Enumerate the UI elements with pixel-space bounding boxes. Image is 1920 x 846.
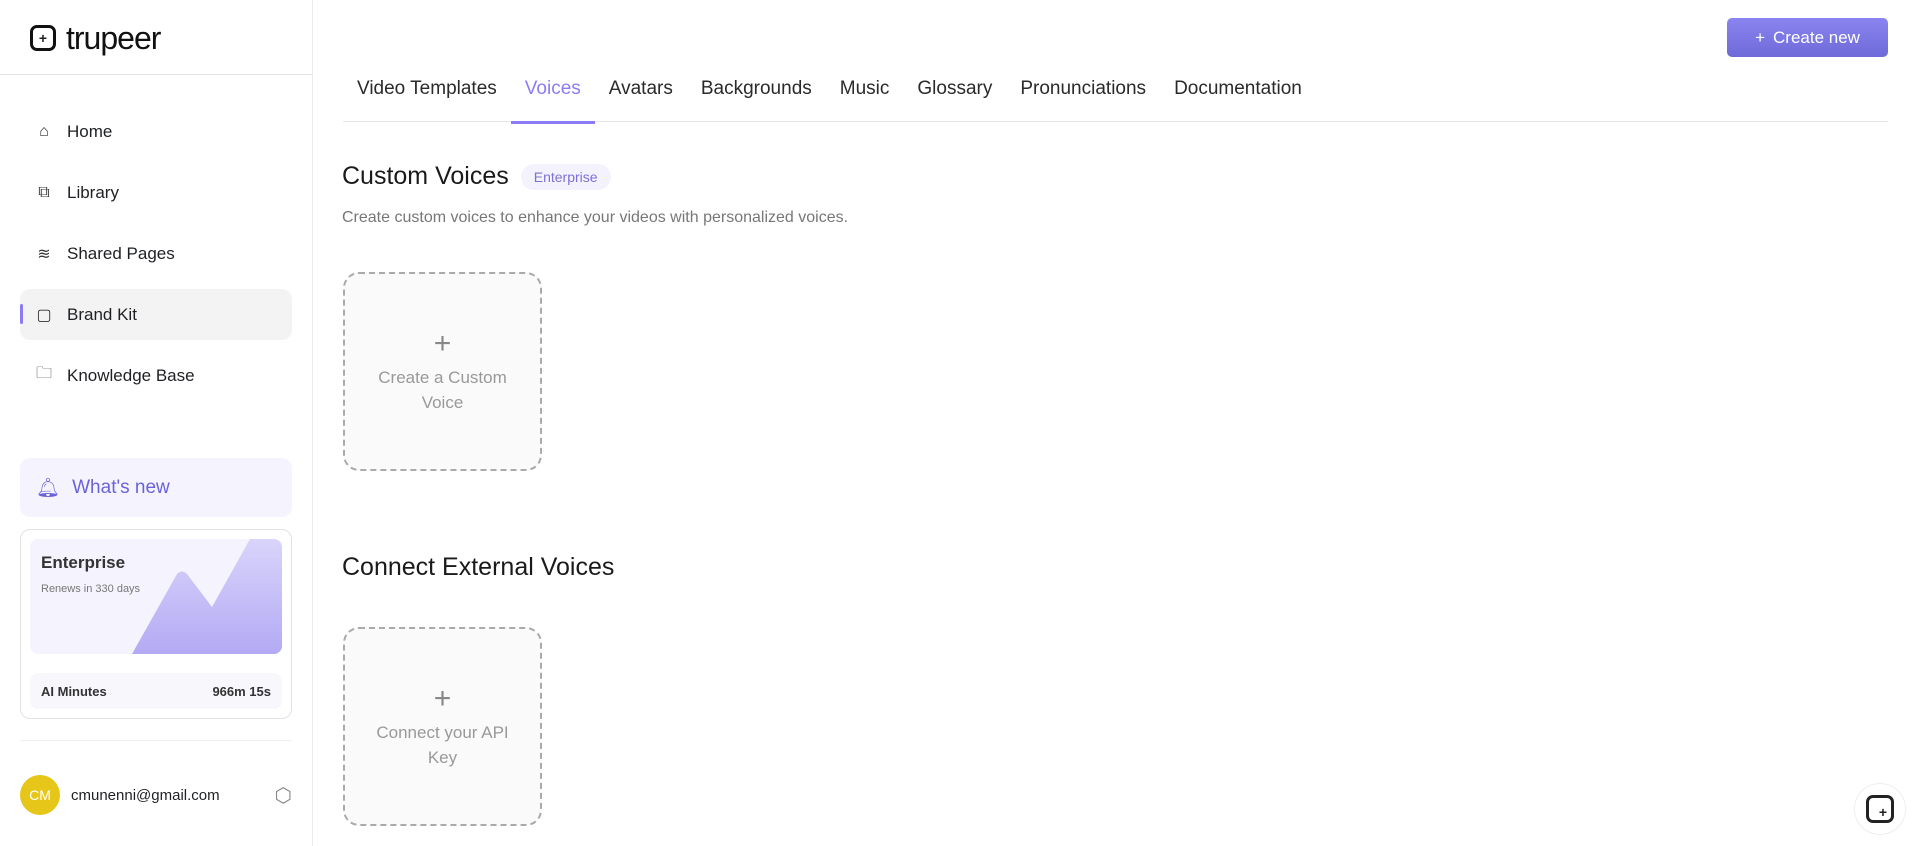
sidebar-item-label: Library: [67, 182, 119, 202]
logo-icon: +: [30, 25, 56, 51]
card-label: Create a Custom Voice: [378, 367, 507, 412]
section-title: Connect External Voices: [342, 553, 615, 581]
sidebar-item-brand-kit[interactable]: ▢ Brand Kit: [20, 289, 292, 340]
sidebar-item-home[interactable]: ⌂ Home: [20, 106, 292, 157]
sidebar-item-label: Brand Kit: [67, 304, 137, 324]
settings-icon[interactable]: ⬡: [275, 783, 292, 808]
section-description: Create custom voices to enhance your vid…: [342, 209, 849, 226]
plus-icon: +: [1755, 27, 1765, 47]
whats-new-button[interactable]: 🔔︎ What's new: [20, 458, 292, 517]
sidebar-item-label: Shared Pages: [67, 243, 175, 263]
logo-icon: +: [1866, 795, 1894, 823]
tab-pronunciations[interactable]: Pronunciations: [1006, 72, 1160, 122]
trupeer-launcher-button[interactable]: +: [1854, 783, 1906, 835]
plus-icon: +: [433, 681, 452, 715]
layers-icon: ≋: [37, 245, 51, 263]
tab-glossary[interactable]: Glossary: [903, 72, 1006, 122]
card-label: Connect your API Key: [376, 722, 509, 767]
avatar: CM: [20, 775, 60, 815]
tab-voices[interactable]: Voices: [510, 72, 595, 124]
tab-music[interactable]: Music: [826, 72, 904, 122]
ai-minutes-value: 966m 15s: [212, 683, 271, 699]
library-icon: ⧉: [38, 183, 50, 201]
sidebar-item-label: Knowledge Base: [67, 365, 195, 385]
external-voices-heading: Connect External Voices: [342, 553, 614, 582]
logo[interactable]: + trupeer: [30, 18, 161, 58]
ai-minutes-label: AI Minutes: [41, 683, 107, 699]
sidebar-item-label: Home: [67, 121, 113, 141]
divider: [20, 740, 292, 741]
tab-video-templates[interactable]: Video Templates: [343, 72, 511, 122]
connect-api-key-card[interactable]: + Connect your API Key: [343, 627, 542, 826]
sidebar: + trupeer ⌂ Home ⧉ Library ≋ Shared Pages ▢…: [0, 0, 313, 846]
folder-icon: 🗀: [35, 365, 52, 382]
plan-summary: Enterprise Renews in 330 days: [30, 539, 282, 654]
divider: [0, 74, 313, 75]
logo-text: trupeer: [66, 19, 161, 56]
plan-renewal: Renews in 330 days: [41, 583, 141, 595]
tab-backgrounds[interactable]: Backgrounds: [687, 72, 826, 122]
brand-kit-icon: ▢: [36, 306, 52, 324]
tab-bar: Video Templates Voices Avatars Backgroun…: [343, 72, 1888, 124]
whats-new-label: What's new: [72, 476, 170, 498]
sidebar-item-shared-pages[interactable]: ≋ Shared Pages: [20, 228, 292, 279]
sidebar-item-library[interactable]: ⧉ Library: [20, 167, 292, 218]
tab-avatars[interactable]: Avatars: [595, 72, 687, 122]
bell-icon: 🔔︎: [36, 477, 61, 499]
user-email: cmunenni@gmail.com: [71, 786, 220, 804]
section-title: Custom Voices: [342, 162, 509, 190]
sidebar-nav: ⌂ Home ⧉ Library ≋ Shared Pages ▢ Brand Kit …: [20, 106, 292, 411]
plus-icon: +: [433, 326, 452, 360]
create-new-label: Create new: [1773, 27, 1860, 47]
custom-voices-heading: Custom Voices Enterprise: [342, 162, 611, 191]
enterprise-badge: Enterprise: [520, 163, 611, 190]
plan-name: Enterprise: [41, 553, 126, 572]
create-new-button[interactable]: + Create new: [1727, 18, 1888, 57]
home-icon: ⌂: [39, 122, 49, 140]
ai-minutes: AI Minutes 966m 15s: [30, 673, 282, 709]
plan-card: Enterprise Renews in 330 days AI Minutes…: [20, 529, 292, 719]
sidebar-item-knowledge-base[interactable]: 🗀 Knowledge Base: [20, 350, 292, 401]
create-custom-voice-card[interactable]: + Create a Custom Voice: [343, 272, 542, 471]
tab-documentation[interactable]: Documentation: [1160, 72, 1316, 122]
user-profile[interactable]: CM cmunenni@gmail.com ⬡: [20, 775, 292, 815]
